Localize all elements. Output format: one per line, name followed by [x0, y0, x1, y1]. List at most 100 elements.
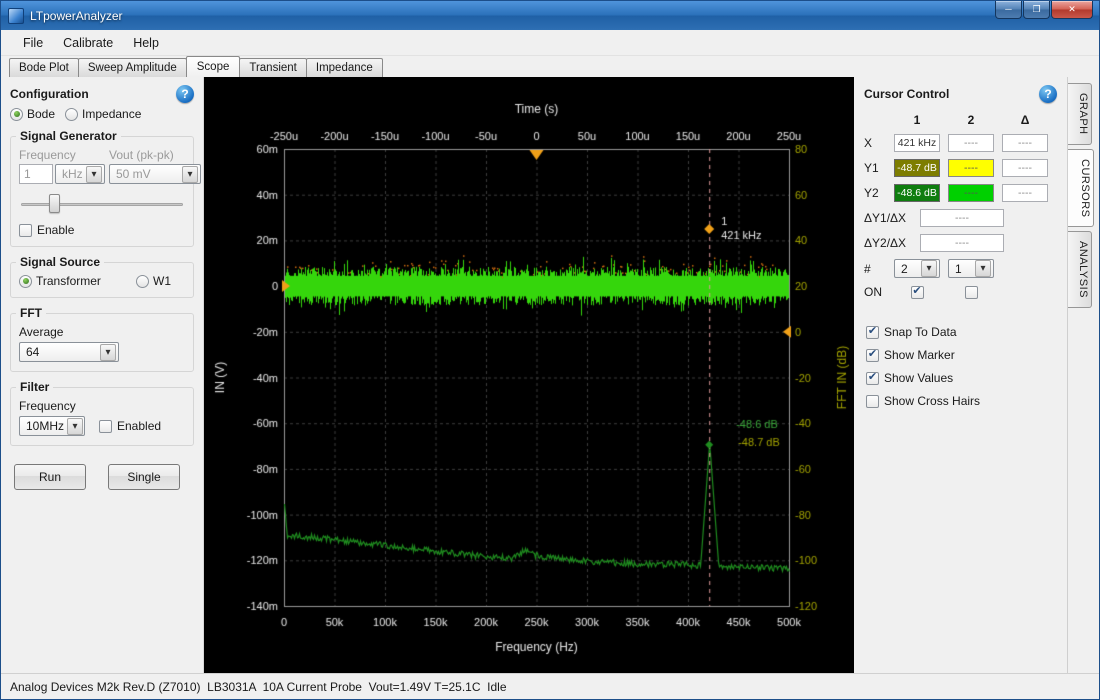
menu-help[interactable]: Help [123, 32, 169, 54]
enable-row[interactable]: Enable [19, 223, 185, 237]
snap-to-data-row[interactable]: Snap To Data [866, 325, 1057, 339]
dy1dx-value: ---- [920, 209, 1004, 227]
tab-bar: Bode Plot Sweep Amplitude Scope Transien… [1, 56, 1099, 77]
filter-enabled-checkbox[interactable] [99, 420, 112, 433]
show-values-checkbox[interactable] [866, 372, 879, 385]
cursor2-y1-value: ---- [948, 159, 994, 177]
w1-radio-control[interactable] [136, 275, 149, 288]
cursor2-trace-select[interactable]: 1 [948, 259, 994, 278]
cursor1-trace-value: 2 [901, 262, 908, 276]
cursor1-y2-value: -48.6 dB [894, 184, 940, 202]
filter-enabled-row[interactable]: Enabled [99, 419, 161, 433]
filter-frequency-label: Frequency [19, 399, 185, 413]
cursor1-on-checkbox[interactable] [911, 286, 924, 299]
cursor2-trace-value: 1 [955, 262, 962, 276]
tab-bode-plot[interactable]: Bode Plot [9, 58, 79, 77]
help-icon-cursors[interactable]: ? [1039, 85, 1057, 103]
fft-group: FFT Average 64 [10, 313, 194, 372]
app-icon [8, 8, 24, 24]
slider-thumb[interactable] [49, 194, 60, 213]
scope-plot[interactable] [204, 77, 854, 673]
frequency-label: Frequency [19, 148, 105, 162]
cursor-control-title: Cursor Control [864, 87, 949, 101]
side-tab-strip: GRAPH CURSORS ANALYSIS [1067, 77, 1099, 673]
impedance-radio[interactable]: Impedance [65, 107, 141, 121]
app-window: LTpowerAnalyzer ─ ❐ ✕ File Calibrate Hel… [0, 0, 1100, 700]
cursor1-y1-value: -48.7 dB [894, 159, 940, 177]
filter-enabled-label: Enabled [117, 419, 161, 433]
cursor-control-panel: Cursor Control ? 1 2 Δ X 421 kHz ---- --… [854, 77, 1067, 673]
frequency-unit-value: kHz [62, 167, 83, 181]
amplitude-slider[interactable] [21, 194, 183, 214]
impedance-radio-control[interactable] [65, 108, 78, 121]
bode-radio[interactable]: Bode [10, 107, 55, 121]
show-marker-label: Show Marker [884, 348, 955, 362]
tab-scope[interactable]: Scope [186, 56, 241, 77]
fft-average-value: 64 [26, 345, 39, 359]
left-control-panel: Configuration ? Bode Impedance Signal Ge… [1, 77, 204, 673]
single-button[interactable]: Single [108, 464, 180, 490]
slider-track [21, 203, 183, 206]
menu-calibrate[interactable]: Calibrate [53, 32, 123, 54]
frequency-input[interactable] [19, 164, 53, 184]
filter-frequency-value: 10MHz [26, 419, 64, 433]
cursor-col-2: 2 [948, 113, 994, 127]
delta-x-value: ---- [1002, 134, 1048, 152]
dy1dx-label: ΔY1/ΔX [864, 211, 912, 225]
cursor2-on-checkbox[interactable] [965, 286, 978, 299]
fft-average-select[interactable]: 64 [19, 342, 119, 362]
maximize-icon[interactable]: ❐ [1023, 1, 1050, 19]
configuration-title: Configuration [10, 87, 89, 101]
vout-select[interactable]: 50 mV [109, 164, 201, 184]
average-label: Average [19, 325, 185, 339]
title-bar[interactable]: LTpowerAnalyzer ─ ❐ ✕ [1, 1, 1099, 30]
enable-checkbox[interactable] [19, 224, 32, 237]
signal-generator-title: Signal Generator [16, 129, 121, 143]
run-button[interactable]: Run [14, 464, 86, 490]
bode-radio-control[interactable] [10, 108, 23, 121]
menu-file[interactable]: File [13, 32, 53, 54]
transformer-radio-label: Transformer [36, 274, 101, 288]
filter-group: Filter Frequency 10MHz Enabled [10, 387, 194, 446]
menu-bar: File Calibrate Help [1, 30, 1099, 56]
dy2dx-value: ---- [920, 234, 1004, 252]
show-values-row[interactable]: Show Values [866, 371, 1057, 385]
x-row-label: X [864, 136, 886, 150]
status-bar: Analog Devices M2k Rev.D (Z7010) LB3031A… [1, 673, 1099, 699]
signal-generator-group: Signal Generator Frequency Vout (pk-pk) … [10, 136, 194, 247]
impedance-radio-label: Impedance [82, 107, 141, 121]
side-tab-cursors[interactable]: CURSORS [1068, 149, 1094, 228]
trace-number-label: # [864, 262, 886, 276]
show-marker-checkbox[interactable] [866, 349, 879, 362]
show-cross-hairs-checkbox[interactable] [866, 395, 879, 408]
vout-label: Vout (pk-pk) [109, 148, 203, 162]
minimize-icon[interactable]: ─ [995, 1, 1022, 19]
cursor1-x-value: 421 kHz [894, 134, 940, 152]
side-tab-graph[interactable]: GRAPH [1068, 83, 1092, 145]
transformer-radio-control[interactable] [19, 275, 32, 288]
fft-title: FFT [16, 306, 46, 320]
cursor1-trace-select[interactable]: 2 [894, 259, 940, 278]
snap-to-data-label: Snap To Data [884, 325, 957, 339]
on-row-label: ON [864, 285, 886, 299]
y2-row-label: Y2 [864, 186, 886, 200]
show-cross-hairs-row[interactable]: Show Cross Hairs [866, 394, 1057, 408]
filter-frequency-select[interactable]: 10MHz [19, 416, 85, 436]
show-marker-row[interactable]: Show Marker [866, 348, 1057, 362]
tab-transient[interactable]: Transient [239, 58, 307, 77]
side-tab-analysis[interactable]: ANALYSIS [1068, 231, 1092, 308]
help-icon-configuration[interactable]: ? [176, 85, 194, 103]
enable-label: Enable [37, 223, 74, 237]
y1-row-label: Y1 [864, 161, 886, 175]
frequency-unit-select[interactable]: kHz [55, 164, 105, 184]
cursor2-x-value: ---- [948, 134, 994, 152]
transformer-radio[interactable]: Transformer [19, 274, 101, 288]
tab-impedance[interactable]: Impedance [306, 58, 383, 77]
dy2dx-label: ΔY2/ΔX [864, 236, 912, 250]
filter-title: Filter [16, 380, 53, 394]
w1-radio[interactable]: W1 [136, 274, 171, 288]
snap-to-data-checkbox[interactable] [866, 326, 879, 339]
tab-sweep-amplitude[interactable]: Sweep Amplitude [78, 58, 187, 77]
delta-y1-value: ---- [1002, 159, 1048, 177]
close-icon[interactable]: ✕ [1051, 1, 1093, 19]
